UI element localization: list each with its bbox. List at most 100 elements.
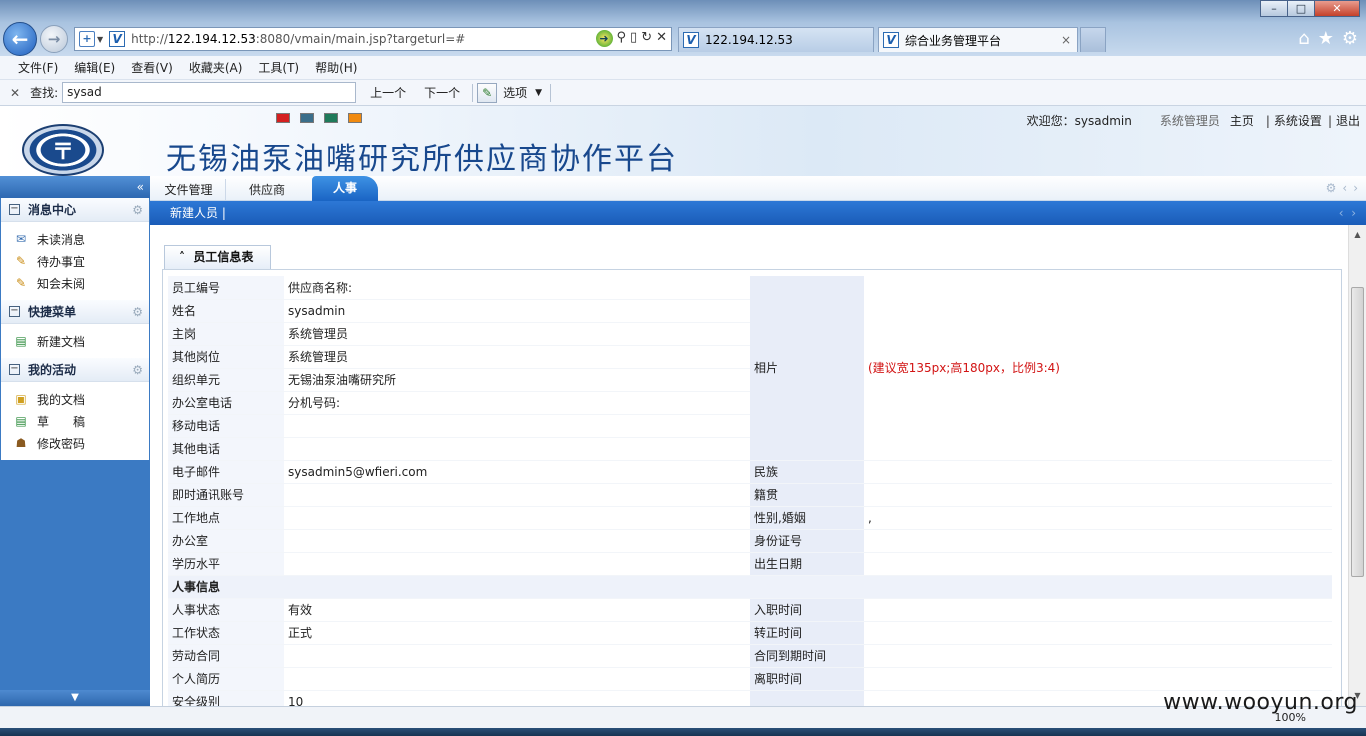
browser-tab-1[interactable]: V 122.194.12.53	[678, 27, 874, 52]
skin-orange-button[interactable]	[348, 113, 362, 123]
field-label: 其他岗位	[168, 345, 284, 369]
skin-blue-button[interactable]	[300, 113, 314, 123]
compat-icon[interactable]: ▯	[630, 30, 637, 47]
role-link[interactable]: 系统管理员	[1160, 112, 1220, 129]
sidebar-item-unread[interactable]: ✉ 未读消息	[1, 228, 149, 250]
chevron-down-icon[interactable]: ▼	[97, 35, 103, 44]
vertical-scrollbar[interactable]: ▲ ▼	[1348, 225, 1366, 706]
find-bar: ✕ 查找: sysad 上一个 下一个 ✎ 选项 ▼	[0, 80, 1366, 106]
field-label: 合同到期时间	[750, 644, 864, 668]
tab-file-management[interactable]: 文件管理	[152, 179, 226, 201]
close-find-icon[interactable]: ✕	[10, 86, 20, 100]
logout-link[interactable]: 退出	[1336, 112, 1360, 129]
browser-tab-2[interactable]: V 综合业务管理平台 ×	[878, 27, 1078, 52]
back-button[interactable]: ←	[3, 22, 37, 56]
close-window-button[interactable]: ✕	[1314, 0, 1360, 17]
field-label: 离职时间	[750, 667, 864, 691]
tab-label: 综合业务管理平台	[905, 33, 1002, 48]
form-section-tab[interactable]: ˄ 员工信息表	[164, 245, 271, 269]
menu-help[interactable]: 帮助(H)	[315, 59, 357, 76]
field-value	[284, 437, 750, 461]
collapse-minus-icon[interactable]: −	[9, 364, 20, 375]
gear-icon[interactable]: ⚙	[132, 305, 143, 319]
collapse-minus-icon[interactable]: −	[9, 306, 20, 317]
chevron-left-icon[interactable]: ‹	[1342, 181, 1347, 195]
arrow-left-icon: ←	[11, 27, 29, 51]
home-icon[interactable]: ⌂	[1298, 28, 1309, 49]
tools-gear-icon[interactable]: ⚙	[1342, 28, 1358, 49]
menu-view[interactable]: 查看(V)	[131, 59, 173, 76]
faw-logo-icon: 〒	[51, 140, 74, 165]
sidebar-section-header[interactable]: − 我的活动 ⚙	[1, 358, 149, 382]
field-label: 个人简历	[168, 667, 284, 691]
separator: |	[1327, 113, 1332, 128]
compat-view-icon[interactable]: +	[79, 31, 95, 47]
table-row: 人事状态 有效 入职时间	[168, 598, 1332, 622]
minimize-button[interactable]: –	[1260, 0, 1288, 17]
watermark-text: www.wooyun.org	[1163, 690, 1358, 715]
search-icon[interactable]: ⚲	[617, 30, 627, 47]
maximize-button[interactable]: □	[1287, 0, 1315, 17]
find-prev-button[interactable]: 上一个	[366, 84, 410, 101]
field-value: sysadmin	[284, 299, 750, 323]
gear-icon[interactable]: ⚙	[132, 203, 143, 217]
skin-red-button[interactable]	[276, 113, 290, 123]
site-favicon-icon: V	[883, 32, 899, 48]
chevron-right-icon[interactable]: ›	[1351, 206, 1356, 220]
table-row: 工作地点 性别,婚姻,	[168, 506, 1332, 530]
form-section-title: 员工信息表	[193, 250, 254, 264]
menu-file[interactable]: 文件(F)	[18, 59, 58, 76]
sidebar-item-drafts[interactable]: ▤ 草 稿	[1, 410, 149, 432]
scroll-up-icon[interactable]: ▲	[1349, 227, 1366, 243]
company-logo: 〒	[22, 124, 104, 176]
sidebar-item-todo[interactable]: ✎ 待办事宜	[1, 250, 149, 272]
chevron-left-icon[interactable]: ‹	[1339, 206, 1344, 220]
sidebar-section-header[interactable]: − 快捷菜单 ⚙	[1, 300, 149, 324]
skin-green-button[interactable]	[324, 113, 338, 123]
gear-icon[interactable]: ⚙	[1326, 181, 1337, 195]
stop-icon[interactable]: ✕	[656, 30, 667, 47]
address-bar[interactable]: + ▼ V http://122.194.12.53:8080/vmain/ma…	[74, 27, 672, 51]
menu-tools[interactable]: 工具(T)	[258, 59, 299, 76]
field-label: 其他电话	[168, 437, 284, 461]
find-options-button[interactable]: ✎ 选项 ▼	[477, 82, 542, 103]
sidebar-item-new-document[interactable]: ▤ 新建文档	[1, 330, 149, 352]
forward-button[interactable]: →	[40, 25, 68, 53]
gear-icon[interactable]: ⚙	[132, 363, 143, 377]
sidebar-item-notice[interactable]: ✎ 知会未阅	[1, 272, 149, 294]
find-input[interactable]: sysad	[62, 82, 357, 103]
find-options-label: 选项	[503, 86, 528, 100]
status-bar: 100%	[0, 706, 1366, 728]
tab-hr[interactable]: 人事	[312, 176, 378, 201]
tab-supplier[interactable]: 供应商	[236, 179, 298, 201]
field-label: 姓名	[168, 299, 284, 323]
collapse-minus-icon[interactable]: −	[9, 204, 20, 215]
menu-favorites[interactable]: 收藏夹(A)	[189, 59, 243, 76]
field-value	[284, 552, 750, 576]
home-link[interactable]: 主页	[1230, 112, 1254, 129]
table-row: 个人简历 离职时间	[168, 667, 1332, 691]
find-next-button[interactable]: 下一个	[420, 84, 464, 101]
scroll-thumb[interactable]	[1351, 287, 1364, 577]
settings-link[interactable]: 系统设置	[1274, 112, 1322, 129]
favorites-star-icon[interactable]: ★	[1318, 28, 1334, 49]
sidebar-collapse-button[interactable]: «	[0, 176, 150, 198]
go-icon[interactable]: ➜	[595, 30, 613, 47]
chevron-right-icon[interactable]: ›	[1353, 181, 1358, 195]
sidebar-item-my-documents[interactable]: ▣ 我的文档	[1, 388, 149, 410]
url-text[interactable]: http://122.194.12.53:8080/vmain/main.jsp…	[131, 32, 465, 46]
sidebar-scroll-down-button[interactable]: ▼	[0, 690, 150, 706]
field-value	[864, 667, 1332, 691]
new-tab-button[interactable]	[1080, 27, 1106, 52]
site-favicon-icon: V	[109, 31, 126, 47]
photo-hint: (建议宽135px;高180px，比例3:4)	[864, 276, 1332, 461]
menu-edit[interactable]: 编辑(E)	[74, 59, 115, 76]
sidebar-section-header[interactable]: − 消息中心 ⚙	[1, 198, 149, 222]
field-label: 学历水平	[168, 552, 284, 576]
refresh-icon[interactable]: ↻	[641, 30, 652, 47]
highlight-pen-icon[interactable]: ✎	[477, 82, 498, 103]
field-label: 性别,婚姻	[750, 506, 864, 530]
close-tab-icon[interactable]: ×	[1061, 33, 1071, 47]
sidebar-item-change-password[interactable]: ☗ 修改密码	[1, 432, 149, 454]
